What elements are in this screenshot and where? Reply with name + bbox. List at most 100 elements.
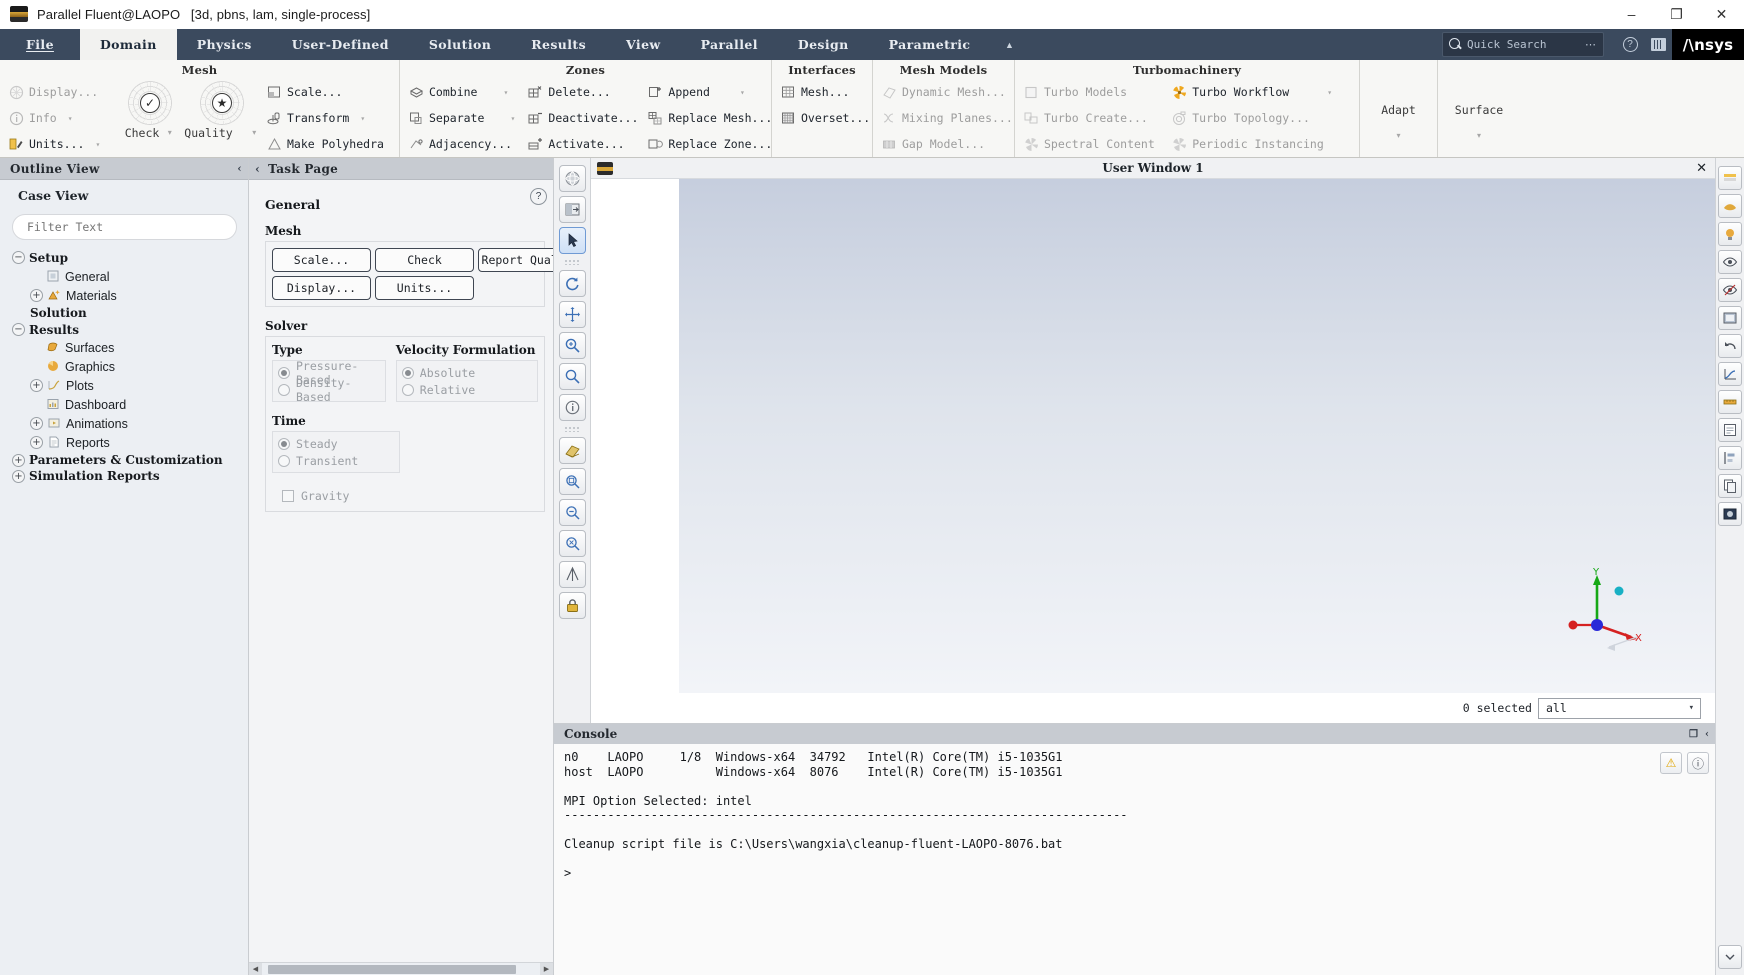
ribbon-mesh-units[interactable]: Units... ▾	[5, 132, 117, 157]
tab-parametric[interactable]: Parametric	[869, 29, 991, 60]
tab-solution[interactable]: Solution	[409, 29, 511, 60]
close-button[interactable]: ✕	[1699, 0, 1744, 29]
radio-icon[interactable]	[402, 384, 414, 396]
hidden-line-icon[interactable]	[1718, 278, 1742, 302]
tab-physics[interactable]: Physics	[177, 29, 272, 60]
shading-icon[interactable]	[1718, 194, 1742, 218]
lighting-icon[interactable]	[1718, 222, 1742, 246]
collapse-expander-icon[interactable]: −	[12, 323, 25, 336]
chevron-down-icon[interactable]: ▾	[249, 128, 260, 137]
annotate-icon[interactable]	[1718, 418, 1742, 442]
check-button[interactable]: Check	[375, 248, 474, 272]
ribbon-mesh-quality[interactable]: ★ Quality ▾	[183, 79, 261, 140]
ribbon-zones-replace-mesh[interactable]: Replace Mesh...	[644, 106, 772, 131]
documentation-button[interactable]	[1644, 29, 1672, 60]
collapse-expander-icon[interactable]: −	[12, 251, 25, 264]
ribbon-turbo-workflow[interactable]: Turbo Workflow ▾	[1168, 80, 1354, 105]
ribbon-mesh-make-polyhedra[interactable]: Make Polyhedra	[263, 132, 388, 157]
tab-parallel[interactable]: Parallel	[681, 29, 778, 60]
chevron-down-icon[interactable]: ▾	[1477, 131, 1481, 140]
time-option-steady[interactable]: Steady	[278, 435, 394, 452]
ribbon-zones-combine[interactable]: Combine ▾	[405, 80, 522, 105]
copy-view-icon[interactable]	[1718, 474, 1742, 498]
collapse-left-icon[interactable]: ‹	[237, 162, 242, 175]
tab-domain[interactable]: Domain	[80, 29, 177, 60]
case-view-label[interactable]: Case View	[0, 180, 248, 210]
scroll-right-icon[interactable]: ▶	[540, 963, 553, 975]
console-body[interactable]: n0 LAOPO 1/8 Windows-x64 34792 Intel(R) …	[554, 744, 1715, 975]
scroll-left-icon[interactable]: ◀	[249, 963, 262, 975]
velocity-option-relative[interactable]: Relative	[402, 381, 532, 398]
ribbon-interfaces-mesh[interactable]: Mesh...	[777, 80, 869, 105]
ribbon-periodic-instancing[interactable]: Periodic Instancing	[1168, 132, 1354, 157]
graphics-window-close-icon[interactable]: ✕	[1696, 160, 1707, 176]
visibility-icon[interactable]	[1718, 250, 1742, 274]
quick-search-more-icon[interactable]: ⋯	[1585, 38, 1597, 51]
checkbox-icon[interactable]	[282, 490, 294, 502]
perspective-icon[interactable]	[559, 561, 586, 588]
chevron-down-icon[interactable]: ▾	[65, 114, 76, 123]
clip-plane-icon[interactable]	[559, 437, 586, 464]
radio-icon[interactable]	[278, 384, 290, 396]
lock-icon[interactable]	[559, 592, 586, 619]
probe-info-icon[interactable]	[559, 394, 586, 421]
expand-expander-icon[interactable]: +	[30, 417, 43, 430]
expand-expander-icon[interactable]: +	[12, 454, 25, 467]
radio-icon[interactable]	[278, 367, 290, 379]
chevron-down-icon[interactable]: ▾	[737, 88, 748, 97]
tab-results[interactable]: Results	[511, 29, 606, 60]
ribbon-zones-replace-zone[interactable]: Replace Zone...	[644, 132, 772, 157]
scroll-down-icon[interactable]	[1718, 945, 1742, 969]
tree-item-parameters-customization[interactable]: + Parameters & Customization	[6, 452, 248, 468]
ribbon-zones-activate[interactable]: Activate...	[524, 132, 642, 157]
ribbon-interfaces-overset[interactable]: Overset...	[777, 106, 869, 131]
warning-icon[interactable]: ⚠	[1660, 752, 1682, 774]
ribbon-zones-adjacency[interactable]: Adjacency...	[405, 132, 522, 157]
chevron-down-icon[interactable]: ▾	[92, 140, 103, 149]
tab-view[interactable]: View	[606, 29, 681, 60]
align-icon[interactable]	[1718, 446, 1742, 470]
expand-expander-icon[interactable]: +	[30, 289, 43, 302]
task-page-help-icon[interactable]: ?	[530, 188, 547, 205]
type-option-density-based[interactable]: Density-Based	[278, 381, 380, 398]
graphics-canvas[interactable]: Y X	[679, 179, 1715, 693]
filter-text-input[interactable]	[12, 214, 237, 240]
selection-filter-dropdown[interactable]: all ▾	[1538, 698, 1701, 719]
console-restore-icon[interactable]: ❐	[1689, 729, 1698, 740]
tree-item-graphics[interactable]: Graphics	[6, 357, 248, 376]
undo-view-icon[interactable]	[1718, 334, 1742, 358]
tree-item-materials[interactable]: + Materials	[6, 286, 248, 305]
task-page-horizontal-scrollbar[interactable]: ◀ ▶	[249, 962, 553, 975]
velocity-option-absolute[interactable]: Absolute	[402, 364, 532, 381]
chevron-up-icon[interactable]: ▲	[994, 29, 1024, 60]
ribbon-mesh-check[interactable]: ✓ Check ▾	[119, 79, 181, 140]
translate-icon[interactable]	[559, 301, 586, 328]
colormap-icon[interactable]	[1718, 166, 1742, 190]
units-button[interactable]: Units...	[375, 276, 474, 300]
tree-item-results[interactable]: − Results	[6, 321, 248, 338]
tree-item-reports[interactable]: + Reports	[6, 433, 248, 452]
chevron-down-icon[interactable]: ▾	[500, 88, 511, 97]
ribbon-group-surface[interactable]: Surface ▾	[1438, 60, 1520, 157]
ribbon-dynamic-mesh[interactable]: Dynamic Mesh...	[878, 80, 1011, 105]
help-button[interactable]: ?	[1616, 29, 1644, 60]
tree-item-animations[interactable]: + Animations	[6, 414, 248, 433]
zoom-to-fit-icon[interactable]	[559, 468, 586, 495]
zoom-reset-icon[interactable]	[559, 530, 586, 557]
orbit-icon[interactable]	[559, 165, 586, 192]
ribbon-zones-separate[interactable]: Separate ▾	[405, 106, 522, 131]
minimize-button[interactable]: –	[1609, 0, 1654, 29]
ribbon-group-adapt[interactable]: Adapt ▾	[1360, 60, 1438, 157]
zoom-out-icon[interactable]	[559, 499, 586, 526]
tree-item-simulation-reports[interactable]: + Simulation Reports	[6, 468, 248, 484]
ruler-icon[interactable]	[1718, 390, 1742, 414]
chevron-down-icon[interactable]: ▾	[164, 128, 175, 137]
ribbon-mesh-transform[interactable]: Transform ▾	[263, 106, 388, 131]
ribbon-turbo-models[interactable]: Turbo Models	[1020, 80, 1166, 105]
ribbon-spectral-content[interactable]: Spectral Content	[1020, 132, 1166, 157]
scrollbar-thumb[interactable]	[268, 965, 516, 974]
quick-search-input[interactable]: Quick Search ⋯	[1442, 32, 1604, 57]
gravity-checkbox-row[interactable]: Gravity	[282, 489, 538, 503]
chevron-down-icon[interactable]: ▾	[357, 114, 368, 123]
snapshot-icon[interactable]	[1718, 502, 1742, 526]
